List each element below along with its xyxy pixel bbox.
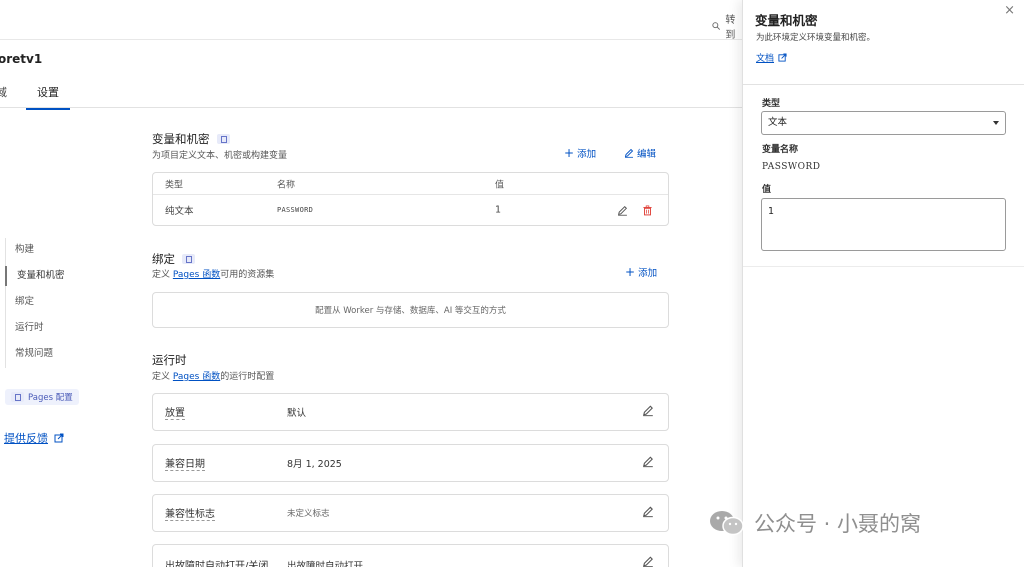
add-variable-button[interactable]: + 添加 [564, 146, 596, 160]
wechat-icon [710, 511, 744, 536]
runtime-subtitle-pre: 定义 [152, 372, 173, 382]
bindings-subtitle: 定义 Pages 函数可用的资源集 [152, 267, 274, 280]
search-icon [712, 22, 721, 30]
runtime-row-fail-open: 出故障时自动打开/关闭 出故障时自动打开 [152, 544, 669, 567]
bindings-subtitle-post: 可用的资源集 [220, 270, 275, 280]
pencil-icon [643, 405, 653, 417]
runtime-label: 放置 [165, 404, 185, 420]
external-link-icon [778, 53, 787, 62]
runtime-label: 兼容性标志 [165, 505, 215, 521]
runtime-subtitle: 定义 Pages 函数的运行时配置 [152, 369, 274, 382]
nav-item-variables[interactable]: 变量和机密 [5, 266, 65, 286]
panel-doc-link[interactable]: 文档 [756, 51, 787, 64]
runtime-title: 运行时 [152, 353, 187, 367]
runtime-value: 8月 1, 2025 [287, 459, 342, 470]
runtime-title-row: 运行时 [152, 352, 187, 368]
variable-name-label: 变量名称 [762, 145, 799, 155]
edit-button[interactable] [642, 405, 654, 420]
runtime-subtitle-post: 的运行时配置 [220, 372, 275, 382]
panel-title: 变量和机密 [755, 13, 818, 28]
add-binding-button[interactable]: + 添加 [625, 265, 657, 279]
nav-item-general[interactable]: 常规问题 [5, 344, 53, 364]
edit-label: 编辑 [637, 149, 657, 160]
variables-table: 类型 名称 值 纯文本 PASSWORD 1 [152, 172, 669, 226]
tab-domains[interactable]: 域 [0, 84, 7, 108]
search-button[interactable]: 转到 [712, 11, 742, 41]
trash-icon [642, 204, 652, 215]
pencil-icon [624, 148, 634, 158]
nav-item-runtime[interactable]: 运行时 [5, 318, 44, 338]
variable-name-value: PASSWORD [762, 162, 821, 172]
value-label: 值 [762, 185, 772, 195]
value-textarea[interactable]: 1 [761, 198, 1006, 251]
edit-variables-button[interactable]: 编辑 [624, 146, 656, 160]
variables-subtitle: 为项目定义文本、机密或构建变量 [152, 151, 288, 161]
pencil-icon [643, 556, 653, 567]
variables-title-row: 变量和机密 [152, 131, 230, 147]
close-icon[interactable]: × [1004, 3, 1015, 18]
edit-row-button[interactable] [615, 203, 629, 217]
add-label: 添加 [577, 149, 597, 160]
external-link-icon [54, 433, 64, 443]
type-label: 类型 [762, 99, 781, 109]
bindings-title: 绑定 [152, 252, 175, 266]
edit-button[interactable] [642, 556, 654, 567]
plus-icon: + [625, 265, 636, 279]
panel-subtitle: 为此环境定义环境变量和机密。 [756, 33, 876, 43]
column-header-type: 类型 [165, 180, 184, 190]
edit-button[interactable] [642, 506, 654, 521]
runtime-value: 未定义标志 [287, 509, 330, 519]
feedback-link[interactable]: 提供反馈 [4, 430, 64, 446]
tab-bar: 域 设置 [0, 80, 742, 110]
doc-icon[interactable] [182, 254, 195, 264]
top-bar: 转到 [0, 0, 742, 41]
divider [743, 266, 1024, 267]
doc-icon[interactable] [216, 134, 230, 144]
runtime-label: 兼容日期 [165, 455, 205, 471]
type-select[interactable]: 文本 [761, 111, 1006, 135]
search-label: 转到 [725, 15, 736, 41]
plus-icon: + [564, 146, 575, 160]
type-select-value: 文本 [768, 117, 788, 128]
runtime-value: 出故障时自动打开 [287, 561, 364, 567]
divider [743, 84, 1024, 85]
nav-item-build[interactable]: 构建 [5, 240, 34, 260]
pencil-icon [643, 456, 653, 468]
delete-row-button[interactable] [640, 203, 654, 217]
table-row: 纯文本 PASSWORD 1 [153, 195, 668, 225]
pages-functions-link[interactable]: Pages 函数 [173, 372, 220, 382]
tab-settings[interactable]: 设置 [26, 84, 70, 110]
watermark: 公众号 · 小聂的窝 [708, 508, 921, 538]
bindings-empty-state: 配置从 Worker 与存储、数据库、AI 等交互的方式 [152, 292, 669, 328]
bindings-subtitle-pre: 定义 [152, 270, 173, 280]
runtime-row-compat-flags: 兼容性标志 未定义标志 [152, 494, 669, 532]
pages-config-label: Pages 配置 [28, 393, 73, 403]
variables-title: 变量和机密 [152, 132, 210, 146]
runtime-row-placement: 放置 默认 [152, 393, 669, 431]
pages-functions-link[interactable]: Pages 函数 [173, 270, 220, 280]
feedback-label: 提供反馈 [4, 432, 48, 445]
doc-link-label: 文档 [756, 54, 775, 64]
column-header-value: 值 [495, 180, 505, 190]
runtime-label: 出故障时自动打开/关闭 [165, 557, 268, 567]
table-header: 类型 名称 值 [153, 173, 668, 195]
watermark-text: 公众号 · 小聂的窝 [754, 512, 922, 536]
runtime-row-compat-date: 兼容日期 8月 1, 2025 [152, 444, 669, 482]
add-label: 添加 [638, 268, 658, 279]
pencil-icon [643, 506, 653, 518]
project-title: oretv1 [0, 52, 43, 66]
row-type: 纯文本 [165, 206, 194, 217]
row-value: 1 [495, 204, 502, 216]
column-header-name: 名称 [277, 180, 296, 190]
variables-side-panel: 变量和机密 × 为此环境定义环境变量和机密。 文档 类型 文本 变量名称 PAS… [742, 0, 1024, 567]
runtime-value: 默认 [287, 408, 307, 419]
edit-button[interactable] [642, 456, 654, 471]
nav-item-bindings[interactable]: 绑定 [5, 292, 34, 312]
doc-icon [11, 392, 24, 402]
pages-config-link[interactable]: Pages 配置 [5, 389, 79, 405]
chevron-down-icon [993, 121, 999, 125]
pencil-icon [617, 205, 627, 216]
row-name: PASSWORD [277, 206, 314, 214]
bindings-title-row: 绑定 [152, 251, 195, 267]
